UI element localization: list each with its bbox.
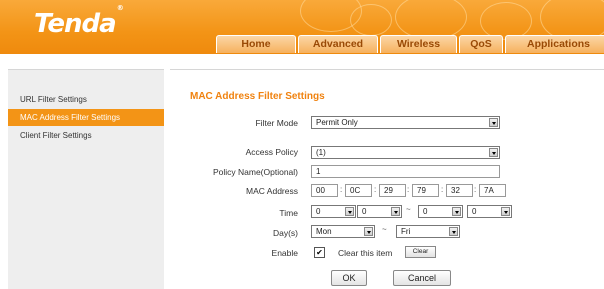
mac-address-label: MAC Address bbox=[246, 186, 298, 196]
decorative-circle bbox=[395, 0, 467, 40]
mac-octet-6[interactable]: 7A bbox=[479, 184, 506, 197]
chevron-down-icon[interactable] bbox=[364, 227, 373, 236]
chevron-down-icon[interactable] bbox=[345, 207, 354, 216]
days-range-separator: ~ bbox=[382, 225, 387, 234]
chevron-down-icon[interactable] bbox=[391, 207, 400, 216]
decorative-circle bbox=[350, 4, 392, 36]
time-end-minute-select[interactable]: 0 bbox=[467, 205, 512, 218]
tab-wireless[interactable]: Wireless bbox=[380, 35, 457, 53]
mac-octet-5[interactable]: 32 bbox=[446, 184, 473, 197]
tab-advanced[interactable]: Advanced bbox=[298, 35, 378, 53]
time-start-minute-select[interactable]: 0 bbox=[357, 205, 402, 218]
enable-label: Enable bbox=[271, 248, 298, 258]
header-banner: Tenda® Home Advanced Wireless QoS Applic… bbox=[0, 0, 604, 54]
time-label: Time bbox=[279, 208, 298, 218]
access-policy-select[interactable]: (1) bbox=[311, 146, 500, 159]
clear-button[interactable]: Clear bbox=[405, 246, 436, 258]
mac-octet-2[interactable]: 0C bbox=[345, 184, 372, 197]
day-from-select[interactable]: Mon bbox=[311, 225, 375, 238]
chevron-down-icon[interactable] bbox=[489, 148, 498, 157]
sidebar-item-client-filter[interactable]: Client Filter Settings bbox=[8, 127, 164, 144]
time-end-hour-select[interactable]: 0 bbox=[418, 205, 463, 218]
time-start-hour-select[interactable]: 0 bbox=[311, 205, 356, 218]
mac-separator: : bbox=[374, 185, 377, 194]
ok-button[interactable]: OK bbox=[331, 270, 367, 286]
access-policy-label: Access Policy bbox=[245, 147, 298, 157]
enable-checkbox[interactable]: ✔ bbox=[314, 247, 325, 258]
sidebar-item-mac-filter[interactable]: MAC Address Filter Settings bbox=[8, 109, 164, 126]
checkmark-icon: ✔ bbox=[316, 248, 323, 257]
mac-octet-4[interactable]: 79 bbox=[412, 184, 439, 197]
sidebar: URL Filter Settings MAC Address Filter S… bbox=[8, 69, 164, 289]
tenda-logo[interactable]: Tenda® bbox=[34, 4, 124, 39]
policy-name-label: Policy Name(Optional) bbox=[212, 167, 298, 177]
days-label: Day(s) bbox=[272, 228, 298, 238]
mac-separator: : bbox=[340, 185, 343, 194]
mac-separator: : bbox=[474, 185, 477, 194]
day-to-select[interactable]: Fri bbox=[396, 225, 460, 238]
filter-mode-select[interactable]: Permit Only bbox=[311, 116, 500, 129]
sidebar-item-url-filter[interactable]: URL Filter Settings bbox=[8, 91, 164, 108]
page-title: MAC Address Filter Settings bbox=[190, 91, 325, 102]
chevron-down-icon[interactable] bbox=[449, 227, 458, 236]
clear-item-text: Clear this item bbox=[338, 248, 393, 258]
content-top-divider bbox=[170, 69, 604, 70]
policy-name-input[interactable]: 1 bbox=[311, 165, 500, 178]
tab-home[interactable]: Home bbox=[216, 35, 296, 53]
mac-octet-1[interactable]: 00 bbox=[311, 184, 338, 197]
mac-separator: : bbox=[441, 185, 444, 194]
mac-separator: : bbox=[407, 185, 410, 194]
chevron-down-icon[interactable] bbox=[452, 207, 461, 216]
chevron-down-icon[interactable] bbox=[489, 118, 498, 127]
time-range-separator: ~ bbox=[406, 205, 411, 214]
cancel-button[interactable]: Cancel bbox=[393, 270, 451, 286]
tab-applications[interactable]: Applications bbox=[505, 35, 604, 53]
filter-mode-label: Filter Mode bbox=[255, 118, 298, 128]
tab-qos[interactable]: QoS bbox=[459, 35, 503, 53]
mac-octet-3[interactable]: 29 bbox=[379, 184, 406, 197]
chevron-down-icon[interactable] bbox=[501, 207, 510, 216]
